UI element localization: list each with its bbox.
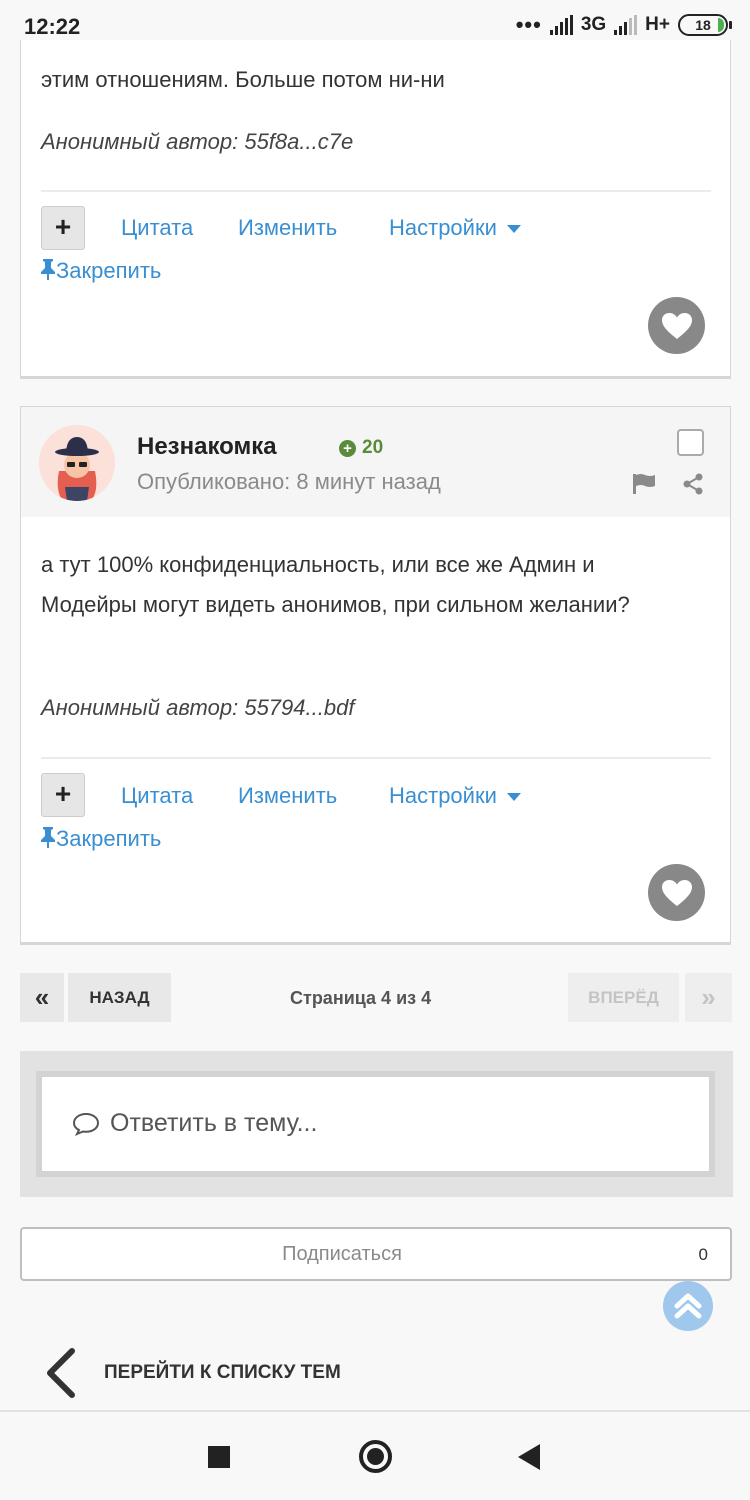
- settings-dropdown[interactable]: Настройки: [389, 215, 521, 241]
- edit-link[interactable]: Изменить: [238, 215, 337, 241]
- post-text: а тут 100% конфиденциальность, или все ж…: [41, 552, 630, 617]
- pin-icon: [41, 259, 55, 280]
- divider: [41, 190, 711, 192]
- pin-link[interactable]: Закрепить: [40, 826, 161, 852]
- share-button[interactable]: [682, 473, 704, 500]
- like-button[interactable]: [648, 864, 705, 921]
- reputation-badge: +20: [339, 437, 383, 459]
- pin-label: Закрепить: [56, 826, 162, 851]
- post-text: этим отношениям. Больше потом ни-ни: [41, 67, 445, 92]
- pin-link[interactable]: Закрепить: [40, 258, 161, 284]
- avatar[interactable]: [39, 425, 115, 501]
- reply-input[interactable]: Ответить в тему...: [36, 1071, 715, 1177]
- subscribe-button[interactable]: Подписаться 0: [20, 1227, 732, 1281]
- anonymous-author: Анонимный автор: 55f8a...c7e: [41, 129, 354, 154]
- pin-icon: [41, 827, 55, 848]
- divider: [41, 757, 711, 759]
- report-flag-button[interactable]: [632, 473, 656, 500]
- signal-icon: [549, 15, 573, 35]
- heart-icon: [661, 879, 692, 906]
- back-icon[interactable]: [518, 1444, 540, 1470]
- more-dots-icon: •••: [515, 12, 542, 37]
- reply-placeholder-text: Ответить в тему...: [110, 1109, 318, 1137]
- post-card-2: Незнакомка +20 Опубликовано: 8 минут наз…: [20, 406, 731, 945]
- network-hplus-label: H+: [645, 14, 670, 35]
- prev-page-button[interactable]: НАЗАД: [68, 973, 171, 1022]
- post-card-1: этим отношениям. Больше потом ни-ни Анон…: [20, 40, 731, 379]
- edit-link[interactable]: Изменить: [238, 783, 337, 809]
- status-icons: ••• 3G H+ 18: [515, 12, 732, 37]
- caret-down-icon: [506, 225, 521, 234]
- anonymous-author: Анонимный автор: 55794...bdf: [41, 695, 355, 720]
- reputation-count: 20: [362, 437, 384, 458]
- comment-icon: [72, 1112, 100, 1136]
- share-icon: [683, 473, 703, 495]
- subscribe-label: Подписаться: [282, 1243, 402, 1265]
- settings-dropdown[interactable]: Настройки: [389, 783, 521, 809]
- status-time: 12:22: [24, 14, 81, 39]
- reply-placeholder: Ответить в тему...: [72, 1109, 317, 1138]
- settings-label: Настройки: [389, 215, 497, 240]
- settings-label: Настройки: [389, 783, 497, 808]
- like-button[interactable]: [648, 297, 705, 354]
- select-post-checkbox[interactable]: [677, 429, 704, 456]
- chevron-left-icon: [47, 1348, 75, 1398]
- system-nav-bar: [0, 1410, 750, 1500]
- network-3g-label: 3G: [580, 14, 607, 35]
- scroll-to-top-button[interactable]: [663, 1281, 713, 1331]
- avatar-image: [39, 425, 115, 501]
- signal-icon-secondary: [614, 15, 638, 35]
- battery-level: 18: [695, 17, 711, 33]
- battery-icon: 18: [678, 14, 732, 36]
- quote-link[interactable]: Цитата: [121, 783, 193, 809]
- caret-down-icon: [506, 793, 521, 802]
- home-icon[interactable]: [359, 1440, 392, 1473]
- flag-icon: [633, 474, 655, 494]
- author-name[interactable]: Незнакомка: [137, 433, 277, 461]
- subscriber-count: 0: [698, 1245, 708, 1264]
- page-indicator: Страница 4 из 4: [290, 988, 432, 1008]
- pin-label: Закрепить: [56, 258, 162, 283]
- reply-section: Ответить в тему...: [20, 1051, 733, 1197]
- quote-link[interactable]: Цитата: [121, 215, 193, 241]
- recent-apps-icon[interactable]: [208, 1446, 230, 1468]
- plus-button[interactable]: +: [41, 206, 85, 250]
- back-to-topics-label: ПЕРЕЙТИ К СПИСКУ ТЕМ: [104, 1362, 341, 1383]
- heart-icon: [661, 312, 692, 339]
- plus-circle-icon: +: [339, 439, 356, 457]
- published-time: Опубликовано: 8 минут назад: [137, 469, 441, 494]
- plus-button[interactable]: +: [41, 773, 85, 817]
- post-header: Незнакомка +20 Опубликовано: 8 минут наз…: [21, 407, 730, 517]
- first-page-button[interactable]: «: [20, 973, 64, 1022]
- double-chevron-up-icon: [674, 1293, 702, 1319]
- last-page-button[interactable]: »: [685, 973, 732, 1022]
- next-page-button[interactable]: ВПЕРЁД: [568, 973, 679, 1022]
- back-to-topics-link[interactable]: ПЕРЕЙТИ К СПИСКУ ТЕМ: [44, 1348, 341, 1398]
